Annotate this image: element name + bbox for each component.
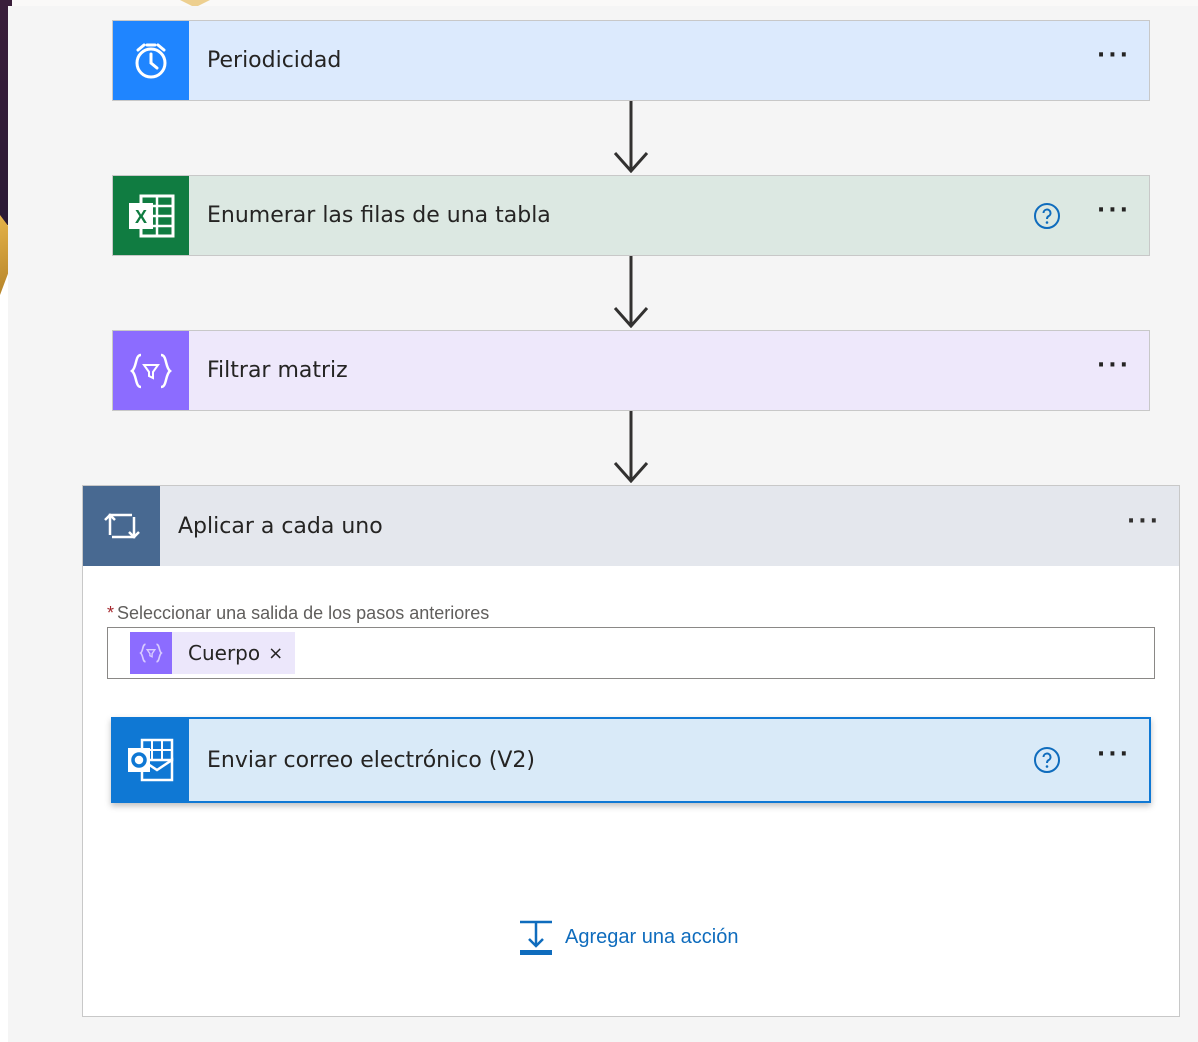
add-action-icon — [520, 920, 552, 955]
dynamic-content-token[interactable]: Cuerpo × — [130, 632, 296, 674]
connector-arrow-icon — [613, 256, 649, 328]
step-icon-box — [113, 331, 189, 410]
more-options-button[interactable]: ··· — [1097, 744, 1131, 776]
step-card-filter-array[interactable]: Filtrar matriz ··· — [112, 330, 1150, 411]
step-card-send-email[interactable]: Enviar correo electrónico (V2) ··· — [111, 717, 1151, 803]
add-action-button[interactable]: Agregar una acción — [517, 918, 738, 956]
token-label: Cuerpo — [188, 641, 261, 665]
loop-icon — [103, 513, 140, 539]
step-card-recurrence[interactable]: Periodicidad ··· — [112, 20, 1150, 101]
step-card-list-rows[interactable]: X Enumerar las filas de una tabla ··· — [112, 175, 1150, 256]
remove-token-button[interactable]: × — [268, 643, 295, 664]
more-options-button[interactable]: ··· — [1127, 509, 1161, 544]
filter-array-icon — [139, 643, 163, 663]
step-icon-box — [113, 719, 189, 801]
filter-array-icon — [130, 353, 172, 388]
more-options-button[interactable]: ··· — [1097, 199, 1131, 232]
step-title: Enumerar las filas de una tabla — [207, 203, 551, 228]
token-icon-box — [130, 632, 172, 674]
step-title: Aplicar a cada uno — [178, 513, 383, 539]
apply-to-each-header[interactable]: Aplicar a cada uno ··· — [83, 486, 1179, 566]
apply-to-each-container: Aplicar a cada uno ··· * Seleccionar una … — [82, 485, 1180, 1017]
connector-arrow-icon — [613, 411, 649, 483]
previous-output-input[interactable]: Cuerpo × — [107, 627, 1155, 679]
required-mark: * — [107, 603, 115, 623]
field-label-text: Seleccionar una salida de los pasos ante… — [117, 603, 490, 623]
help-button[interactable] — [1033, 746, 1061, 774]
step-title: Enviar correo electrónico (V2) — [207, 747, 536, 773]
outlook-icon — [128, 738, 174, 782]
step-icon-box: X — [113, 176, 189, 255]
step-title: Periodicidad — [207, 48, 342, 73]
excel-icon: X — [129, 194, 175, 237]
step-icon-box — [83, 486, 160, 566]
help-button[interactable] — [1033, 202, 1061, 230]
alarm-clock-icon — [135, 43, 167, 78]
more-options-button[interactable]: ··· — [1097, 354, 1131, 387]
question-icon — [1033, 747, 1060, 773]
step-icon-box — [113, 21, 189, 100]
step-title: Filtrar matriz — [207, 358, 348, 383]
question-icon — [1033, 202, 1060, 229]
more-options-button[interactable]: ··· — [1097, 44, 1131, 77]
add-action-label: Agregar una acción — [565, 925, 739, 948]
svg-text:X: X — [135, 207, 147, 227]
connector-arrow-icon — [613, 101, 649, 173]
field-label: * Seleccionar una salida de los pasos ant… — [107, 603, 489, 624]
